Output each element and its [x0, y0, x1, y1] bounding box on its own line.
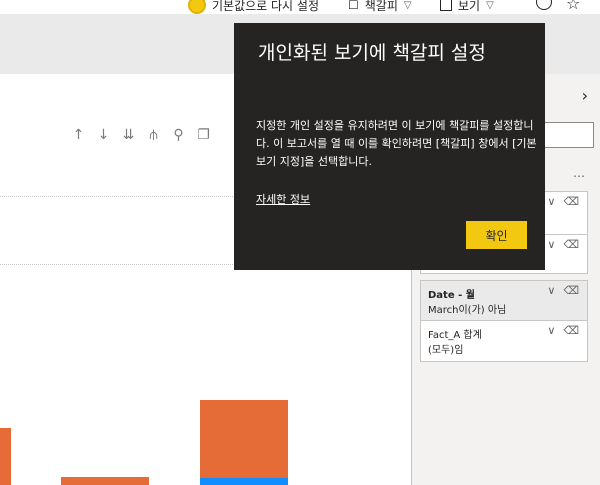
drill-down-icon[interactable]: ↓	[95, 127, 112, 143]
eraser-icon[interactable]: ⌫	[563, 195, 579, 208]
chevron-down-icon[interactable]: ∨	[547, 284, 555, 297]
learn-more-link[interactable]: 자세한 정보	[256, 191, 310, 207]
copy-icon[interactable]: ❐	[195, 127, 212, 143]
lightbulb-icon	[188, 0, 206, 14]
chevron-down-icon[interactable]: ∨	[547, 238, 555, 251]
chevron-down-icon: ▽	[403, 0, 412, 11]
filter-value: March이(가) 아님	[428, 305, 507, 316]
view-button[interactable]: 보기 ▽	[440, 0, 494, 14]
chart-bar-segment[interactable]	[200, 478, 288, 485]
pin-icon[interactable]: ⚲	[170, 127, 187, 143]
filter-title: Fact_A 합계	[428, 330, 482, 341]
refresh-icon[interactable]	[536, 0, 552, 10]
expand-next-level-icon[interactable]: ⇊	[120, 127, 137, 143]
reset-to-default-button[interactable]: 기본값으로 다시 설정	[188, 0, 319, 14]
eraser-icon[interactable]: ⌫	[563, 238, 579, 251]
chevron-down-icon: ▽	[486, 0, 494, 11]
chart-bar-segment[interactable]	[0, 428, 11, 485]
callout-title: 개인화된 보기에 책갈피 설정	[258, 42, 486, 64]
toolbar: 기본값으로 다시 설정 ☐ 책갈피 ▽ 보기 ▽ ☆	[0, 0, 600, 14]
chevron-down-icon[interactable]: ∨	[547, 195, 555, 208]
filter-value: (모두)임	[428, 345, 464, 356]
filter-title: Date - 월	[428, 290, 475, 301]
chevron-right-icon[interactable]: ›	[582, 86, 588, 105]
confirm-button[interactable]: 확인	[466, 221, 527, 249]
star-icon[interactable]: ☆	[566, 0, 580, 13]
eraser-icon[interactable]: ⌫	[563, 324, 579, 337]
drill-up-icon[interactable]: ↑	[70, 127, 87, 143]
filter-card-date[interactable]: Date - 월 March이(가) 아님 ∨ ⌫	[420, 280, 588, 324]
bookmark-button[interactable]: ☐ 책갈피 ▽	[348, 0, 412, 14]
callout-body: 지정한 개인 설정을 유지하려면 이 보기에 책갈피를 설정합니다. 이 보고서…	[256, 119, 537, 168]
chart-bar-segment[interactable]	[200, 400, 288, 478]
eraser-icon[interactable]: ⌫	[563, 284, 579, 297]
view-icon	[440, 0, 452, 11]
chart-bar-segment[interactable]	[61, 477, 149, 485]
bookmark-icon: ☐	[348, 0, 359, 12]
view-label: 보기	[458, 0, 481, 13]
reset-label: 기본값으로 다시 설정	[212, 0, 319, 13]
more-options-icon[interactable]: …	[573, 166, 586, 180]
chevron-down-icon[interactable]: ∨	[547, 324, 555, 337]
visual-header-actions: ↑ ↓ ⇊ ⫛ ⚲ ❐	[70, 127, 212, 143]
bookmark-label: 책갈피	[364, 0, 398, 13]
filter-card-fact[interactable]: Fact_A 합계 (모두)임 ∨ ⌫	[420, 320, 588, 362]
expand-hierarchy-icon[interactable]: ⫛	[145, 127, 162, 143]
bookmark-teaching-callout: 개인화된 보기에 책갈피 설정 지정한 개인 설정을 유지하려면 이 보기에 책…	[234, 23, 545, 270]
